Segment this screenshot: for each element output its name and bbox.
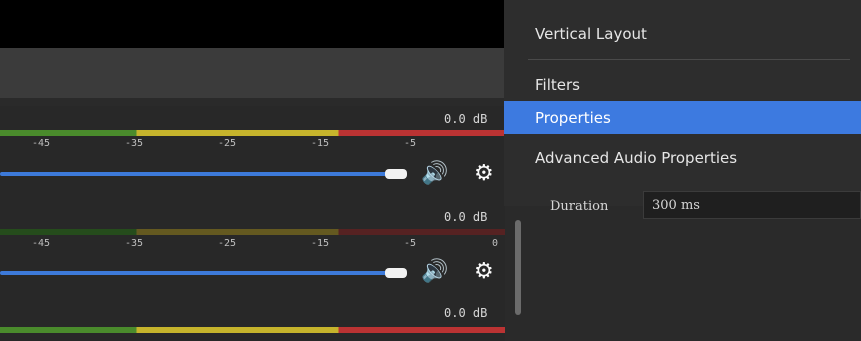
channel-1-meter	[0, 130, 505, 136]
speaker-icon[interactable]: 🔊	[421, 261, 448, 283]
mixer-scrollbar[interactable]	[515, 220, 521, 315]
duration-input[interactable]: 300 ms	[643, 191, 861, 219]
channel-3-meter	[0, 327, 505, 333]
channel-2-tick: -25	[218, 238, 237, 249]
channel-2-meter	[0, 229, 505, 235]
channel-1-db: 0.0 dB	[444, 112, 488, 126]
channel-2-tick: -5	[404, 238, 417, 249]
channel-2-tick: -45	[32, 238, 51, 249]
channel-2-volume-slider[interactable]	[0, 271, 395, 275]
channel-1-tick: -35	[125, 138, 144, 149]
channel-2-tick: 0	[492, 238, 499, 249]
menu-item-filters[interactable]: Filters	[504, 68, 861, 101]
duration-label: Duration	[550, 199, 609, 214]
channel-1-tick: -25	[218, 138, 237, 149]
channel-1-slider-handle[interactable]	[385, 169, 407, 179]
channel-2-slider-handle[interactable]	[385, 268, 407, 278]
gear-icon[interactable]: ⚙	[474, 261, 494, 283]
audio-mixer	[0, 106, 505, 341]
context-menu: Vertical Layout Filters Properties Advan…	[504, 0, 861, 206]
channel-2-tick: -15	[311, 238, 330, 249]
preview-area	[0, 0, 505, 48]
channel-1-tick: -5	[404, 138, 417, 149]
channel-2-db: 0.0 dB	[444, 210, 488, 224]
menu-item-properties[interactable]: Properties	[504, 101, 861, 134]
channel-1-tick: -45	[32, 138, 51, 149]
channel-1-tick: -15	[311, 138, 330, 149]
speaker-icon[interactable]: 🔊	[421, 163, 448, 185]
menu-item-advanced-audio-properties[interactable]: Advanced Audio Properties	[504, 141, 861, 174]
channel-1-volume-slider[interactable]	[0, 172, 395, 176]
channel-3-db: 0.0 dB	[444, 306, 488, 320]
toolbar-band	[0, 48, 505, 98]
menu-separator	[528, 59, 850, 60]
menu-item-vertical-layout[interactable]: Vertical Layout	[504, 17, 861, 50]
gear-icon[interactable]: ⚙	[474, 163, 494, 185]
channel-2-tick: -35	[125, 238, 144, 249]
